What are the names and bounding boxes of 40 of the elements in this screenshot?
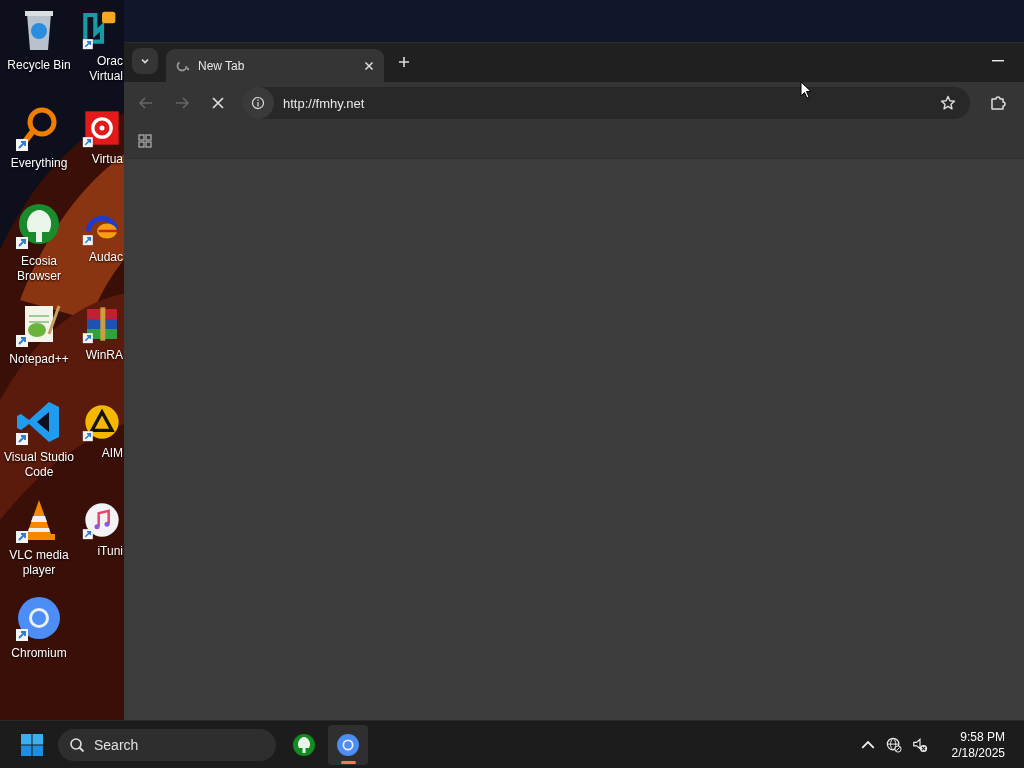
- muted-speaker-icon[interactable]: [911, 736, 928, 753]
- target-icon[interactable]: [82, 108, 122, 148]
- star-icon[interactable]: [940, 95, 956, 111]
- icon-label: Notepad++: [9, 352, 69, 367]
- globe-icon[interactable]: [885, 736, 902, 753]
- chromium-icon[interactable]: [15, 594, 63, 642]
- windows-logo-icon[interactable]: [20, 732, 44, 757]
- search-icon: [69, 736, 85, 753]
- cursor-icon: [800, 81, 812, 99]
- tab-list-button[interactable]: [132, 48, 158, 74]
- music-disc-icon[interactable]: [82, 500, 122, 540]
- search-field[interactable]: Search: [58, 728, 276, 761]
- clock-date[interactable]: 2/18/2025: [951, 744, 1005, 761]
- url-text: http://fmhy.net: [283, 95, 365, 111]
- tree-icon: [292, 732, 316, 757]
- icon-label: Chromium: [11, 646, 67, 661]
- close-icon[interactable]: [364, 60, 374, 71]
- icon-label: Visual Studio Code: [3, 450, 75, 480]
- icon-label: Everything: [10, 156, 68, 171]
- icon-label: iTuni: [97, 544, 123, 559]
- icon-label: WinRA: [85, 348, 123, 363]
- info-icon[interactable]: [251, 96, 265, 110]
- tab-title: New Tab: [198, 58, 246, 73]
- icon-label: AIM: [101, 446, 123, 461]
- icon-label: Orac Virtual: [89, 54, 123, 84]
- plus-icon[interactable]: [398, 56, 410, 68]
- icon-label: Ecosia Browser: [16, 254, 62, 284]
- browser-tab[interactable]: New Tab: [166, 49, 384, 82]
- stop-icon[interactable]: [210, 95, 226, 111]
- chromium-icon: [336, 732, 360, 757]
- clock-time[interactable]: 9:58 PM: [960, 728, 1005, 745]
- icon-label: VLC media player: [8, 548, 70, 578]
- icon-label: Virtua: [91, 152, 123, 167]
- minimize-icon[interactable]: [992, 60, 1004, 62]
- address-bar[interactable]: http://fmhy.net: [242, 87, 970, 119]
- puzzle-icon[interactable]: [989, 94, 1007, 112]
- taskbar-app[interactable]: [328, 724, 368, 765]
- icon-label: Audac: [88, 250, 123, 265]
- icon-label: Recycle Bin: [7, 58, 71, 73]
- apps-grid-icon[interactable]: [138, 134, 152, 148]
